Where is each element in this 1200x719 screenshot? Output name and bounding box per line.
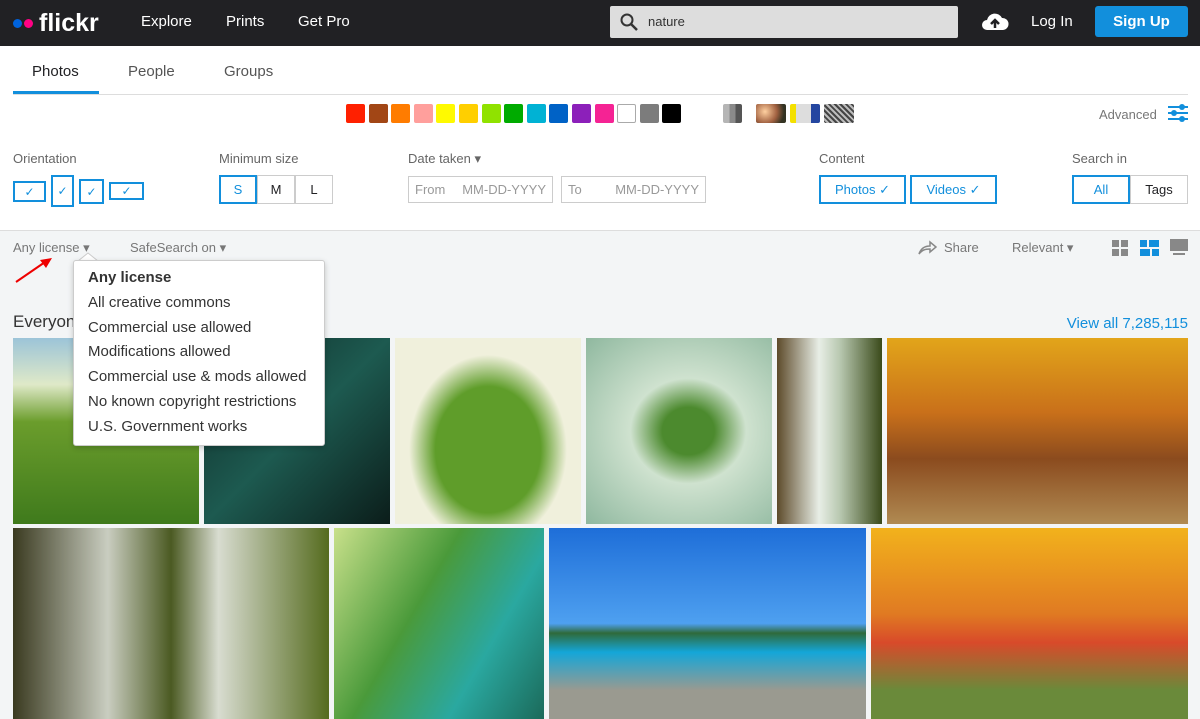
to-placeholder: MM-DD-YYYY (615, 182, 699, 197)
view-all-link[interactable]: View all 7,285,115 (1067, 315, 1188, 332)
videos-text: Videos (926, 182, 966, 197)
photo-forest-waterfall[interactable] (777, 338, 882, 524)
tab-people[interactable]: People (128, 63, 175, 80)
color-swatch[interactable] (391, 104, 411, 123)
size-l[interactable]: L (295, 175, 333, 204)
license-menu: Any license All creative commons Commercia… (73, 260, 325, 446)
search-icon (620, 13, 638, 31)
color-swatch[interactable] (481, 104, 501, 123)
color-swatch[interactable] (368, 104, 388, 123)
swatch-shallow-depth[interactable] (756, 104, 786, 123)
orientation-panorama[interactable]: ✓ (109, 182, 144, 200)
justified-view-icon[interactable] (1140, 240, 1159, 256)
content-photos[interactable]: Photos ✓ (819, 175, 906, 204)
license-menu-item[interactable]: Modifications allowed (88, 343, 324, 368)
photo-leaves-minimal[interactable] (586, 338, 772, 524)
sliders-icon[interactable] (1168, 104, 1188, 122)
date-taken-text: Date taken (408, 151, 471, 166)
color-swatch[interactable] (662, 104, 682, 123)
nav-get-pro[interactable]: Get Pro (298, 13, 350, 30)
orientation-square[interactable]: ✓ (79, 179, 104, 204)
color-swatch[interactable] (459, 104, 478, 123)
photo-leaf-teal[interactable] (334, 528, 544, 719)
license-menu-item[interactable]: U.S. Government works (88, 418, 324, 443)
swatch-patterns[interactable] (824, 104, 854, 123)
advanced-link[interactable]: Advanced (1099, 107, 1157, 122)
sign-up-button[interactable]: Sign Up (1095, 6, 1188, 37)
photo-coastline[interactable] (549, 528, 866, 719)
minimum-size-label: Minimum size (219, 151, 299, 166)
swatch-minimalist[interactable] (790, 104, 820, 123)
search-value: nature (648, 14, 685, 29)
search-input[interactable]: nature (610, 6, 958, 38)
color-swatch[interactable] (617, 104, 637, 123)
login-link[interactable]: Log In (1031, 13, 1073, 30)
size-m[interactable]: M (257, 175, 295, 204)
single-view-icon[interactable] (1170, 239, 1188, 256)
photo-autumn-park[interactable] (871, 528, 1188, 719)
safesearch-text: SafeSearch on (130, 240, 217, 255)
nav-explore[interactable]: Explore (141, 13, 192, 30)
nav-prints[interactable]: Prints (226, 13, 264, 30)
photo-waterfalls[interactable] (13, 528, 329, 719)
grid-view-icon[interactable] (1112, 240, 1128, 256)
safesearch-dropdown[interactable]: SafeSearch on ▾ (130, 240, 226, 256)
swatch-black-white[interactable] (723, 104, 742, 123)
top-header: flickr Explore Prints Get Pro nature Log… (0, 0, 1200, 46)
color-swatch[interactable] (504, 104, 524, 123)
tab-groups[interactable]: Groups (224, 63, 273, 80)
logo-text: flickr (39, 9, 99, 37)
color-swatch[interactable] (549, 104, 569, 123)
from-placeholder: MM-DD-YYYY (462, 182, 546, 197)
license-text: Any license (13, 240, 80, 255)
tab-photos[interactable]: Photos (32, 63, 79, 80)
sort-dropdown[interactable]: Relevant ▾ (1012, 240, 1073, 256)
photo-autumn-trees[interactable] (887, 338, 1188, 524)
color-swatch[interactable] (346, 104, 365, 123)
to-label: To (568, 182, 582, 197)
color-swatch[interactable] (594, 104, 614, 123)
content-videos[interactable]: Videos ✓ (910, 175, 997, 204)
color-swatch[interactable] (639, 104, 659, 123)
search-in-tags[interactable]: Tags (1130, 175, 1188, 204)
color-swatch[interactable] (572, 104, 591, 123)
orientation-portrait[interactable]: ✓ (51, 175, 74, 207)
search-in-all[interactable]: All (1072, 175, 1130, 204)
orientation-landscape[interactable]: ✓ (13, 181, 46, 202)
search-in-label: Search in (1072, 151, 1127, 166)
size-s[interactable]: S (219, 175, 257, 204)
sort-text: Relevant (1012, 240, 1064, 255)
license-menu-item[interactable]: Commercial use allowed (88, 319, 324, 344)
license-menu-item[interactable]: All creative commons (88, 294, 324, 319)
color-swatch[interactable] (436, 104, 456, 123)
flickr-logo[interactable]: flickr (13, 9, 99, 38)
license-menu-item[interactable]: Any license (88, 269, 324, 294)
share-icon[interactable] (917, 239, 937, 256)
photo-leaf-closeup[interactable] (395, 338, 581, 524)
share-button[interactable]: Share (944, 240, 979, 255)
photos-text: Photos (835, 182, 876, 197)
date-to-input[interactable]: To MM-DD-YYYY (561, 176, 706, 203)
content-label: Content (819, 151, 865, 166)
date-taken-label[interactable]: Date taken ▾ (408, 151, 481, 167)
from-label: From (415, 182, 446, 197)
license-menu-item[interactable]: Commercial use & mods allowed (88, 368, 324, 393)
color-swatch[interactable] (413, 104, 433, 123)
orientation-label: Orientation (13, 151, 77, 166)
license-menu-item[interactable]: No known copyright restrictions (88, 393, 324, 418)
upload-cloud-icon[interactable] (981, 10, 1009, 32)
divider (13, 94, 1188, 95)
red-arrow-annotation (15, 258, 52, 283)
date-from-input[interactable]: From MM-DD-YYYY (408, 176, 553, 203)
color-swatch[interactable] (526, 104, 546, 123)
